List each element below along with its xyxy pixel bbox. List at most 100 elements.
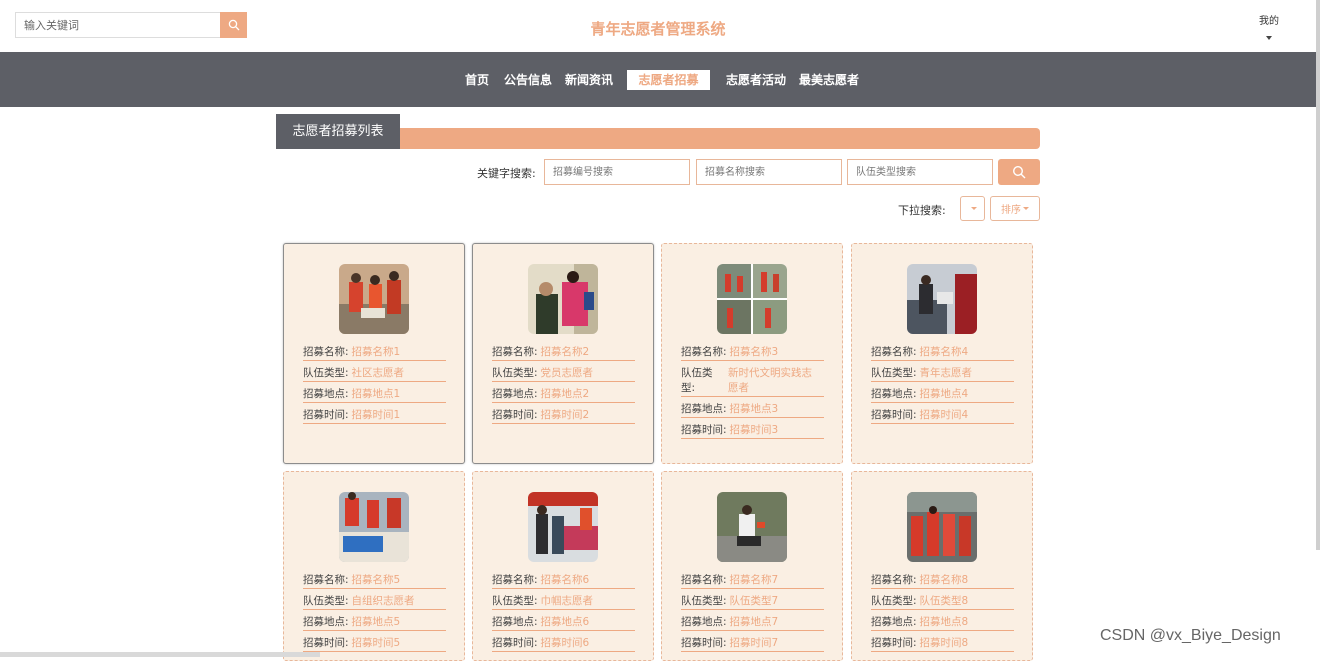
recruit-time-label: 招募时间: — [871, 637, 917, 649]
recruit-details: 招募名称: 招募名称2 队伍类型: 党员志愿者 招募地点: 招募地点2 招募时间: 招募… — [492, 344, 635, 428]
recruit-details: 招募名称: 招募名称5 队伍类型: 自组织志愿者 招募地点: 招募地点5 招募时间: 招… — [303, 572, 446, 656]
recruit-time-value: 招募时间8 — [919, 637, 969, 649]
team-type-label: 队伍类型: — [492, 595, 538, 607]
recruit-name-label: 招募名称: — [871, 346, 917, 358]
recruit-name-label: 招募名称: — [303, 346, 349, 358]
nav-item-recruitment[interactable]: 志愿者招募 — [627, 70, 710, 90]
team-type-label: 队伍类型: — [681, 367, 713, 394]
recruit-name-value: 招募名称8 — [919, 574, 969, 586]
team-type-search-input[interactable] — [847, 159, 993, 185]
recruit-details: 招募名称: 招募名称7 队伍类型: 队伍类型7 招募地点: 招募地点7 招募时间: 招募… — [681, 572, 824, 656]
recruit-photo — [907, 264, 977, 334]
recruit-time-label: 招募时间: — [303, 637, 349, 649]
team-type-label: 队伍类型: — [871, 595, 917, 607]
recruit-time-label: 招募时间: — [681, 637, 727, 649]
team-type-value: 队伍类型7 — [729, 595, 779, 607]
recruit-location-value: 招募地点4 — [919, 388, 969, 400]
recruit-card[interactable]: 招募名称: 招募名称7 队伍类型: 队伍类型7 招募地点: 招募地点7 招募时间: 招募… — [661, 471, 843, 661]
team-type-value: 新时代文明实践志愿者 — [728, 367, 812, 394]
recruit-name-label: 招募名称: — [871, 574, 917, 586]
team-type-label: 队伍类型: — [303, 595, 349, 607]
site-title: 青年志愿者管理系统 — [590, 20, 726, 38]
team-type-value: 青年志愿者 — [919, 367, 973, 379]
dropdown-filter-button[interactable] — [960, 196, 985, 221]
recruit-time-value: 招募时间5 — [351, 637, 401, 649]
recruit-details: 招募名称: 招募名称8 队伍类型: 队伍类型8 招募地点: 招募地点8 招募时间: 招募… — [871, 572, 1014, 656]
recruit-name-label: 招募名称: — [492, 574, 538, 586]
recruit-location-label: 招募地点: — [492, 388, 538, 400]
recruit-photo — [717, 492, 787, 562]
recruit-details: 招募名称: 招募名称1 队伍类型: 社区志愿者 招募地点: 招募地点1 招募时间: 招募… — [303, 344, 446, 428]
recruit-location-label: 招募地点: — [681, 403, 727, 415]
team-type-value: 巾帼志愿者 — [540, 595, 594, 607]
team-type-value: 社区志愿者 — [351, 367, 405, 379]
user-menu[interactable]: 我的 — [1249, 12, 1289, 40]
recruit-name-value: 招募名称6 — [540, 574, 590, 586]
recruit-time-value: 招募时间2 — [540, 409, 590, 421]
watermark: CSDN @vx_Biye_Design — [1100, 627, 1281, 644]
recruit-location-value: 招募地点8 — [919, 616, 969, 628]
sort-dropdown-button[interactable]: 排序 — [990, 196, 1040, 221]
top-bar: 青年志愿者管理系统 我的 — [0, 0, 1320, 52]
recruit-name-search-input[interactable] — [696, 159, 842, 185]
recruit-location-label: 招募地点: — [681, 616, 727, 628]
recruit-location-value: 招募地点3 — [729, 403, 779, 415]
keyword-search-label: 关键字搜索: — [477, 167, 536, 180]
recruit-name-label: 招募名称: — [681, 346, 727, 358]
recruit-location-label: 招募地点: — [871, 616, 917, 628]
recruit-card[interactable]: 招募名称: 招募名称1 队伍类型: 社区志愿者 招募地点: 招募地点1 招募时间: 招募… — [283, 243, 465, 464]
recruit-details: 招募名称: 招募名称4 队伍类型: 青年志愿者 招募地点: 招募地点4 招募时间: 招募… — [871, 344, 1014, 428]
recruit-location-value: 招募地点7 — [729, 616, 779, 628]
recruit-name-value: 招募名称2 — [540, 346, 590, 358]
team-type-label: 队伍类型: — [871, 367, 917, 379]
recruit-location-value: 招募地点1 — [351, 388, 401, 400]
team-type-value: 队伍类型8 — [919, 595, 969, 607]
recruit-time-label: 招募时间: — [492, 409, 538, 421]
recruit-location-label: 招募地点: — [492, 616, 538, 628]
user-menu-label: 我的 — [1259, 16, 1279, 27]
nav-item-notices[interactable]: 公告信息 — [504, 70, 552, 90]
recruit-time-value: 招募时间7 — [729, 637, 779, 649]
recruit-name-value: 招募名称5 — [351, 574, 401, 586]
recruit-name-label: 招募名称: — [492, 346, 538, 358]
search-icon — [1012, 165, 1026, 179]
team-type-label: 队伍类型: — [681, 595, 727, 607]
recruit-location-value: 招募地点5 — [351, 616, 401, 628]
dropdown-search-label: 下拉搜索: — [898, 204, 946, 217]
recruit-card[interactable]: 招募名称: 招募名称4 队伍类型: 青年志愿者 招募地点: 招募地点4 招募时间: 招募… — [851, 243, 1033, 464]
recruit-time-value: 招募时间6 — [540, 637, 590, 649]
recruit-name-value: 招募名称1 — [351, 346, 401, 358]
nav-item-best-volunteers[interactable]: 最美志愿者 — [799, 70, 859, 90]
recruit-name-value: 招募名称7 — [729, 574, 779, 586]
recruit-photo — [717, 264, 787, 334]
recruit-location-label: 招募地点: — [871, 388, 917, 400]
recruit-details: 招募名称: 招募名称3 队伍类型: 新时代文明实践志愿者 招募地点: 招募地点3 招募… — [681, 344, 824, 443]
recruit-time-label: 招募时间: — [681, 424, 727, 436]
recruit-card[interactable]: 招募名称: 招募名称6 队伍类型: 巾帼志愿者 招募地点: 招募地点6 招募时间: 招募… — [472, 471, 654, 661]
recruit-time-value: 招募时间3 — [729, 424, 779, 436]
recruit-photo — [528, 492, 598, 562]
recruit-photo — [339, 264, 409, 334]
page-scrollbar[interactable] — [1316, 0, 1320, 550]
recruit-time-value: 招募时间4 — [919, 409, 969, 421]
recruit-card[interactable]: 招募名称: 招募名称2 队伍类型: 党员志愿者 招募地点: 招募地点2 招募时间: 招募… — [472, 243, 654, 464]
recruit-location-label: 招募地点: — [303, 388, 349, 400]
recruit-photo — [339, 492, 409, 562]
recruit-photo — [907, 492, 977, 562]
recruit-card[interactable]: 招募名称: 招募名称3 队伍类型: 新时代文明实践志愿者 招募地点: 招募地点3 招募… — [661, 243, 843, 464]
sort-label: 排序 — [1001, 205, 1021, 216]
section-title: 志愿者招募列表 — [276, 114, 400, 149]
recruit-time-value: 招募时间1 — [351, 409, 401, 421]
filter-search-button[interactable] — [998, 159, 1040, 185]
team-type-label: 队伍类型: — [303, 367, 349, 379]
nav-item-news[interactable]: 新闻资讯 — [565, 70, 613, 90]
recruit-number-search-input[interactable] — [544, 159, 690, 185]
recruit-card[interactable]: 招募名称: 招募名称8 队伍类型: 队伍类型8 招募地点: 招募地点8 招募时间: 招募… — [851, 471, 1033, 661]
recruit-time-label: 招募时间: — [871, 409, 917, 421]
status-bar — [0, 652, 320, 657]
recruit-location-value: 招募地点6 — [540, 616, 590, 628]
main-nav: 首页 公告信息 新闻资讯 志愿者招募 志愿者活动 最美志愿者 — [0, 52, 1316, 107]
nav-item-home[interactable]: 首页 — [465, 70, 489, 90]
nav-item-activities[interactable]: 志愿者活动 — [726, 70, 786, 90]
recruit-card[interactable]: 招募名称: 招募名称5 队伍类型: 自组织志愿者 招募地点: 招募地点5 招募时间: 招… — [283, 471, 465, 661]
